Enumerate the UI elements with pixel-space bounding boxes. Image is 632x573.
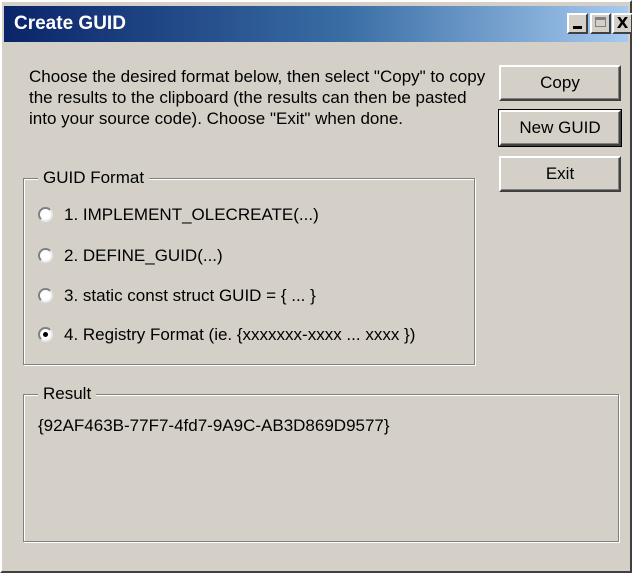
result-label: Result xyxy=(38,384,97,404)
minimize-icon xyxy=(573,26,582,29)
new-guid-button[interactable]: New GUID xyxy=(498,109,622,147)
instructions-text: Choose the desired format below, then se… xyxy=(29,67,486,128)
close-icon: X xyxy=(616,14,629,32)
maximize-icon xyxy=(595,17,606,27)
radio-button[interactable] xyxy=(38,327,53,342)
window-title: Create GUID xyxy=(14,13,126,34)
format-option-label: 3. static const struct GUID = { ... } xyxy=(64,286,316,305)
create-guid-dialog: Create GUID X Choose the desired format … xyxy=(0,0,632,573)
format-option-label: 2. DEFINE_GUID(...) xyxy=(64,246,223,265)
result-value[interactable]: {92AF463B-77F7-4fd7-9A9C-AB3D869D9577} xyxy=(38,415,390,437)
guid-format-label: GUID Format xyxy=(38,168,150,188)
copy-button[interactable]: Copy xyxy=(499,65,621,101)
close-button[interactable]: X xyxy=(612,13,632,34)
format-option-label: 4. Registry Format (ie. {xxxxxxx-xxxx ..… xyxy=(64,325,416,344)
radio-button[interactable] xyxy=(38,288,53,303)
maximize-button[interactable] xyxy=(590,13,611,34)
title-bar[interactable]: Create GUID X xyxy=(4,6,632,42)
exit-button[interactable]: Exit xyxy=(499,156,621,192)
minimize-button[interactable] xyxy=(567,13,588,34)
radio-selected-dot xyxy=(43,332,48,337)
format-option-label: 1. IMPLEMENT_OLECREATE(...) xyxy=(64,205,319,224)
radio-button[interactable] xyxy=(38,207,53,222)
radio-button[interactable] xyxy=(38,248,53,263)
